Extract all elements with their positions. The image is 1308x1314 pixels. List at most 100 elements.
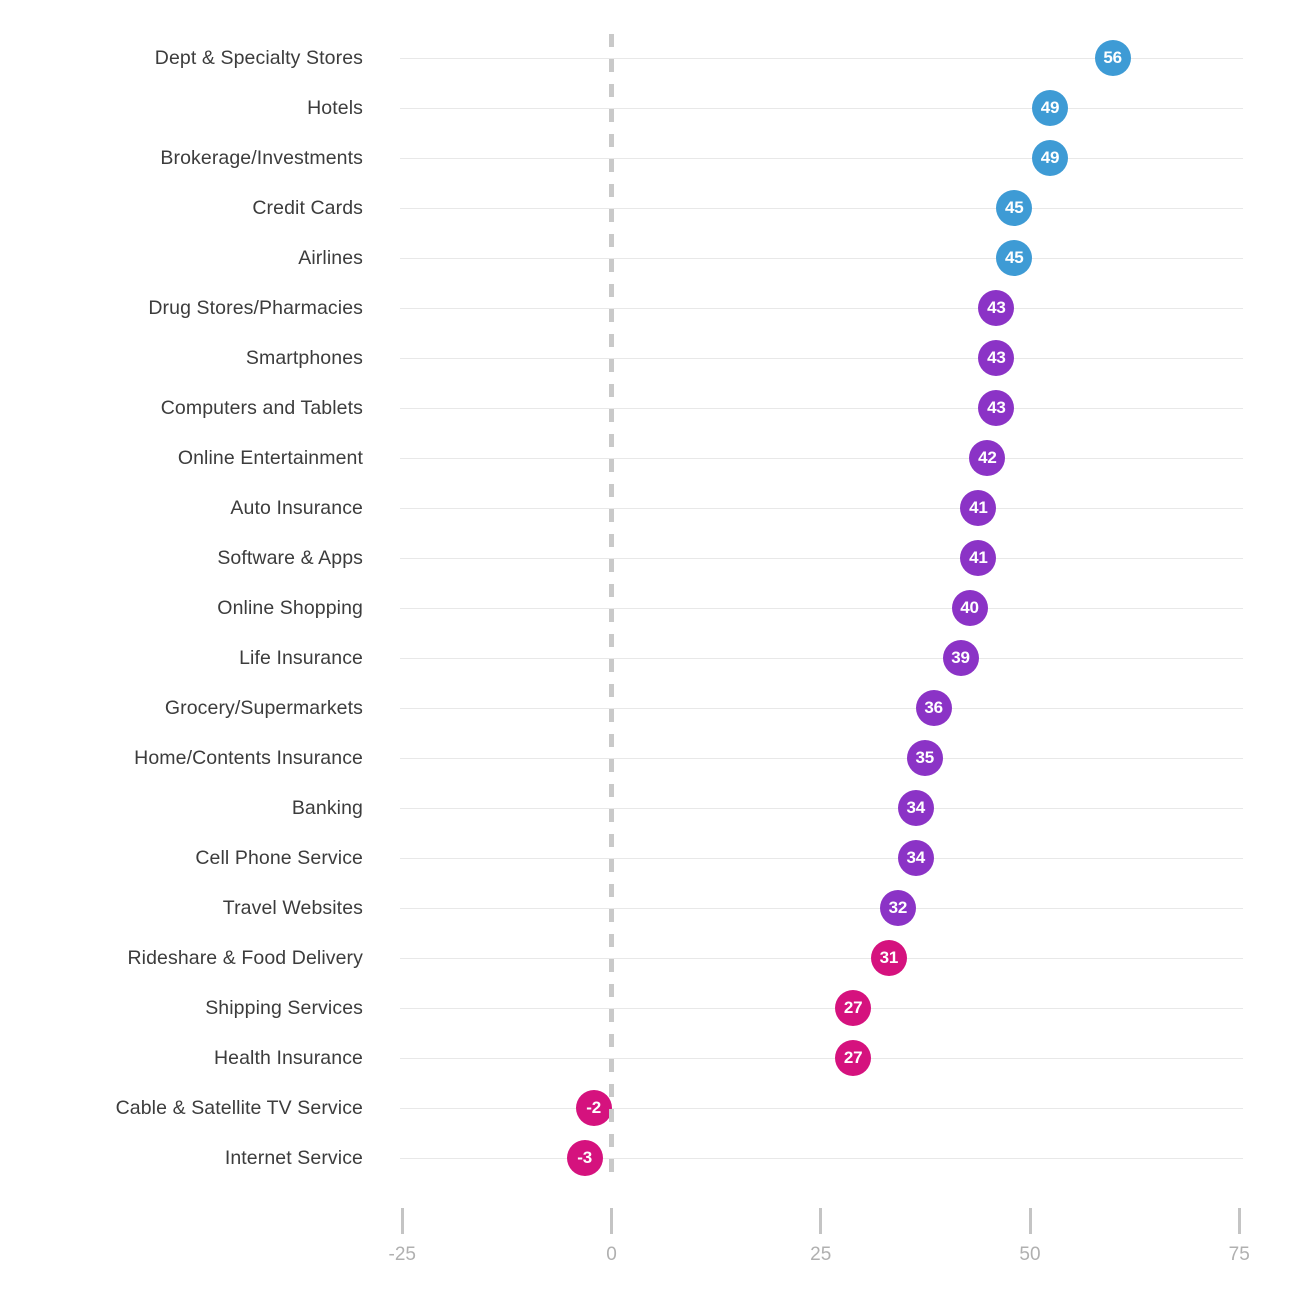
data-point-marker[interactable]: 49 bbox=[1032, 90, 1069, 126]
category-label: Banking bbox=[291, 797, 363, 819]
gridline bbox=[400, 808, 1243, 809]
gridline bbox=[400, 958, 1243, 959]
gridline bbox=[400, 258, 1243, 259]
chart-row: Health Insurance 27 bbox=[0, 1033, 1308, 1083]
data-point-marker[interactable]: 34 bbox=[897, 840, 934, 876]
gridline bbox=[400, 608, 1243, 609]
data-point-marker[interactable]: 41 bbox=[960, 490, 997, 526]
category-label: Internet Service bbox=[224, 1147, 363, 1169]
gridline bbox=[400, 1058, 1243, 1059]
data-point-marker[interactable]: 39 bbox=[942, 640, 979, 676]
chart-row: Rideshare & Food Delivery 31 bbox=[0, 933, 1308, 983]
chart-row: Grocery/Supermarkets 36 bbox=[0, 683, 1308, 733]
category-label: Auto Insurance bbox=[230, 497, 363, 519]
chart-row: Online Entertainment 42 bbox=[0, 433, 1308, 483]
gridline bbox=[400, 508, 1243, 509]
x-axis-tick-label: 25 bbox=[810, 1244, 832, 1265]
gridline bbox=[400, 908, 1243, 909]
x-axis-tick-label: -25 bbox=[388, 1244, 416, 1265]
category-label: Cable & Satellite TV Service bbox=[115, 1097, 363, 1119]
chart-row: Shipping Services 27 bbox=[0, 983, 1308, 1033]
category-label: Hotels bbox=[307, 97, 363, 119]
data-point-marker[interactable]: 45 bbox=[996, 240, 1033, 276]
data-point-marker[interactable]: 49 bbox=[1032, 140, 1069, 176]
dot-plot-chart: Dept & Specialty Stores 56 Hotels 49 Brokera… bbox=[0, 0, 1308, 1314]
category-label: Travel Websites bbox=[222, 897, 363, 919]
chart-row: Banking 34 bbox=[0, 783, 1308, 833]
data-point-marker[interactable]: 45 bbox=[996, 190, 1033, 226]
gridline bbox=[400, 208, 1243, 209]
x-axis-tick bbox=[1028, 1208, 1032, 1234]
chart-row: Travel Websites 32 bbox=[0, 883, 1308, 933]
x-axis-tick bbox=[400, 1208, 404, 1234]
gridline bbox=[400, 708, 1243, 709]
data-point-marker[interactable]: 41 bbox=[960, 540, 997, 576]
chart-row: Computers and Tablets 43 bbox=[0, 383, 1308, 433]
category-label: Credit Cards bbox=[252, 197, 363, 219]
chart-row: Dept & Specialty Stores 56 bbox=[0, 33, 1308, 83]
x-axis-tick bbox=[610, 1208, 613, 1234]
category-label: Drug Stores/Pharmacies bbox=[148, 297, 363, 319]
chart-row: Online Shopping 40 bbox=[0, 583, 1308, 633]
chart-row: Cable & Satellite TV Service -2 bbox=[0, 1083, 1308, 1133]
x-axis-tick-label: 75 bbox=[1228, 1244, 1250, 1265]
chart-row: Drug Stores/Pharmacies 43 bbox=[0, 283, 1308, 333]
data-point-marker[interactable]: 36 bbox=[915, 690, 952, 726]
x-axis: -25 0 25 50 75 bbox=[0, 1190, 1308, 1300]
zero-reference-line bbox=[609, 34, 614, 1174]
chart-row: Software & Apps 41 bbox=[0, 533, 1308, 583]
data-point-marker[interactable]: 43 bbox=[978, 390, 1015, 426]
chart-row: Airlines 45 bbox=[0, 233, 1308, 283]
category-label: Grocery/Supermarkets bbox=[164, 697, 363, 719]
data-point-marker[interactable]: 35 bbox=[906, 740, 943, 776]
data-point-marker[interactable]: 40 bbox=[951, 590, 988, 626]
chart-row: Internet Service -3 bbox=[0, 1133, 1308, 1183]
data-point-marker[interactable]: 56 bbox=[1094, 40, 1131, 76]
data-point-marker[interactable]: 27 bbox=[835, 1040, 872, 1076]
category-label: Cell Phone Service bbox=[195, 847, 363, 869]
gridline bbox=[400, 408, 1243, 409]
gridline bbox=[400, 1158, 1243, 1159]
gridline bbox=[400, 308, 1243, 309]
category-label: Online Entertainment bbox=[177, 447, 363, 469]
x-axis-tick bbox=[1237, 1208, 1241, 1234]
data-point-marker[interactable]: 43 bbox=[978, 340, 1015, 376]
data-point-marker[interactable]: 42 bbox=[969, 440, 1006, 476]
category-label: Software & Apps bbox=[217, 547, 363, 569]
gridline bbox=[400, 158, 1243, 159]
data-point-marker[interactable]: 31 bbox=[870, 940, 907, 976]
x-axis-tick-label: 0 bbox=[606, 1244, 617, 1265]
x-axis-tick bbox=[819, 1208, 823, 1234]
data-point-marker[interactable]: 27 bbox=[835, 990, 872, 1026]
data-point-marker[interactable]: -3 bbox=[566, 1140, 603, 1176]
gridline bbox=[400, 558, 1243, 559]
gridline bbox=[400, 108, 1243, 109]
chart-row: Brokerage/Investments 49 bbox=[0, 133, 1308, 183]
chart-row: Home/Contents Insurance 35 bbox=[0, 733, 1308, 783]
gridline bbox=[400, 458, 1243, 459]
category-label: Shipping Services bbox=[205, 997, 363, 1019]
category-label: Brokerage/Investments bbox=[160, 147, 363, 169]
gridline bbox=[400, 1008, 1243, 1009]
category-label: Computers and Tablets bbox=[160, 397, 363, 419]
chart-row: Credit Cards 45 bbox=[0, 183, 1308, 233]
category-label: Online Shopping bbox=[217, 597, 363, 619]
gridline bbox=[400, 658, 1243, 659]
x-axis-tick-label: 50 bbox=[1019, 1244, 1041, 1265]
category-label: Health Insurance bbox=[213, 1047, 363, 1069]
data-point-marker[interactable]: -2 bbox=[575, 1090, 612, 1126]
chart-row: Cell Phone Service 34 bbox=[0, 833, 1308, 883]
category-label: Airlines bbox=[298, 247, 363, 269]
gridline bbox=[400, 858, 1243, 859]
chart-row: Life Insurance 39 bbox=[0, 633, 1308, 683]
gridline bbox=[400, 758, 1243, 759]
data-point-marker[interactable]: 43 bbox=[978, 290, 1015, 326]
category-label: Life Insurance bbox=[239, 647, 363, 669]
category-label: Rideshare & Food Delivery bbox=[127, 947, 363, 969]
category-label: Dept & Specialty Stores bbox=[154, 47, 363, 69]
data-point-marker[interactable]: 34 bbox=[897, 790, 934, 826]
data-point-marker[interactable]: 32 bbox=[879, 890, 916, 926]
category-label: Home/Contents Insurance bbox=[134, 747, 363, 769]
gridline bbox=[400, 358, 1243, 359]
chart-row: Hotels 49 bbox=[0, 83, 1308, 133]
